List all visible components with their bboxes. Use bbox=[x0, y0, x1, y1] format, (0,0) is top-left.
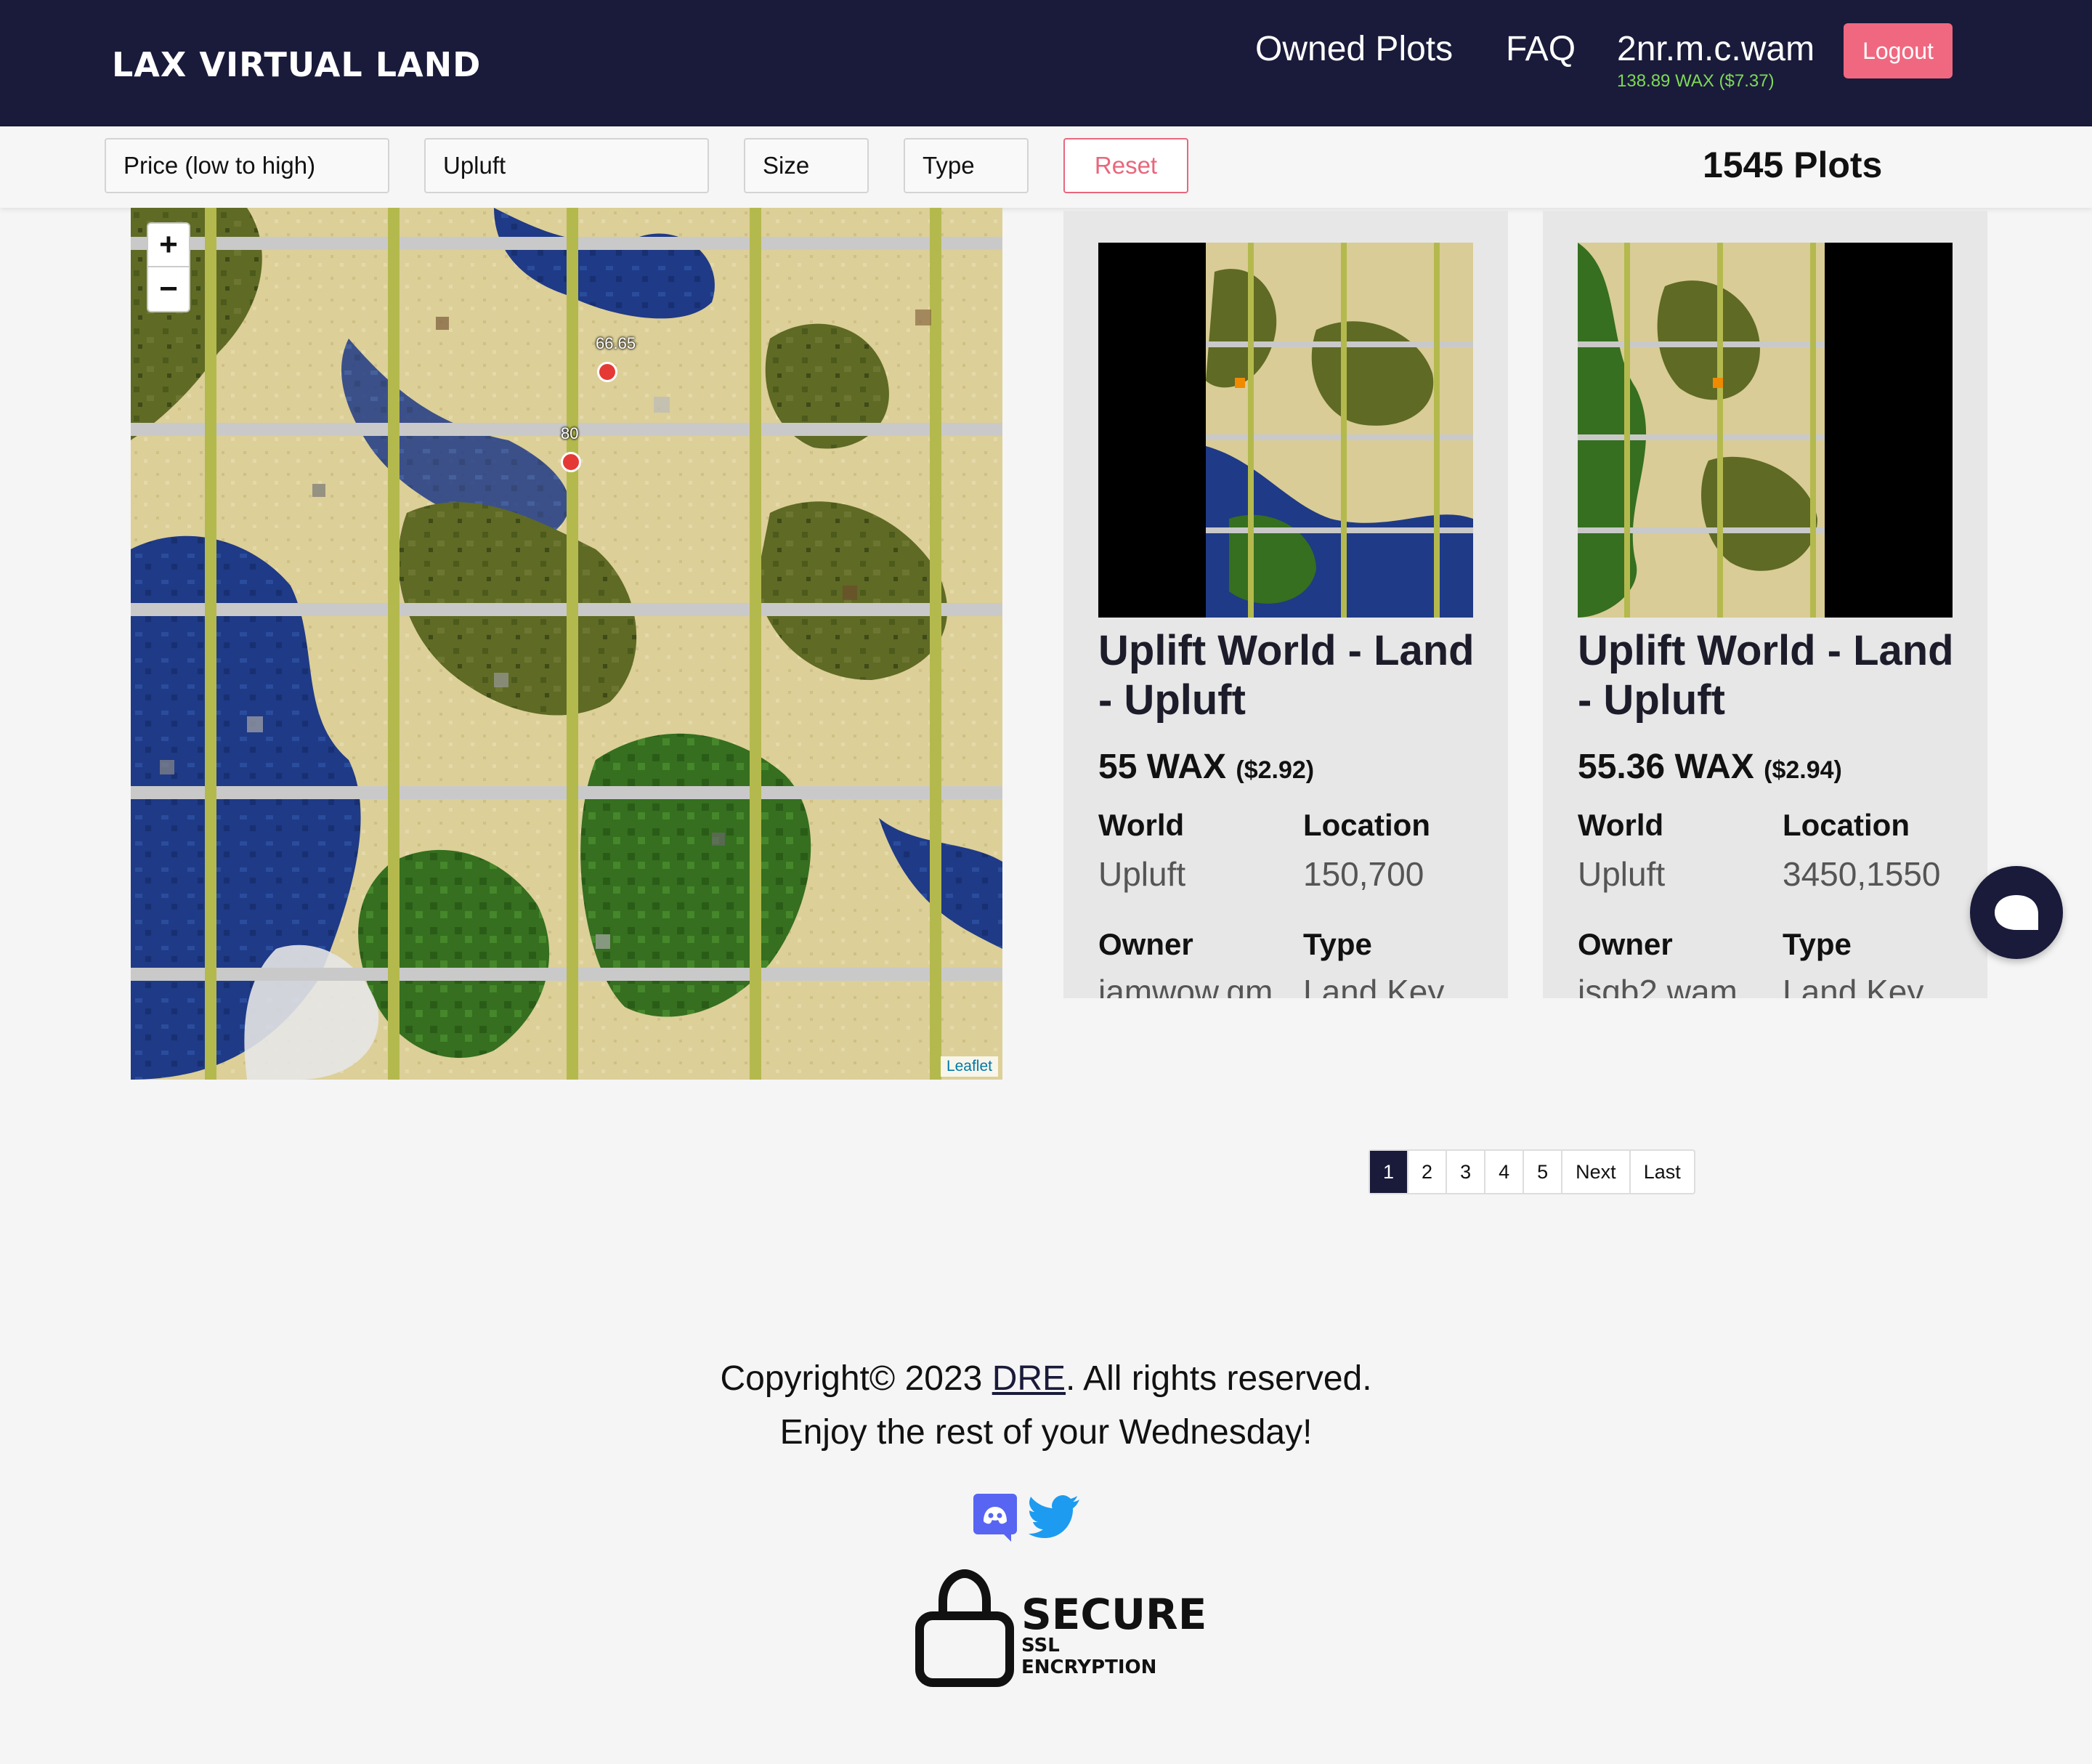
sort-select[interactable]: Price (low to high) bbox=[105, 138, 389, 193]
world-value: Upluft bbox=[1098, 855, 1186, 893]
zoom-out-button[interactable]: − bbox=[148, 267, 189, 311]
chat-icon bbox=[1995, 895, 2038, 930]
chat-widget-button[interactable] bbox=[1970, 866, 2063, 959]
footer-copyright: Copyright© 2023 DRE. All rights reserved… bbox=[0, 1359, 2092, 1399]
site-logo[interactable]: LAX VIRTUAL LAND bbox=[112, 45, 481, 84]
footer-greeting: Enjoy the rest of your Wednesday! bbox=[779, 1413, 1313, 1452]
plot-title: Uplift World - Land - Upluft bbox=[1098, 627, 1475, 724]
secure-subtitle: SSL ENCRYPTION bbox=[1021, 1635, 1157, 1678]
dre-link[interactable]: DRE bbox=[992, 1359, 1066, 1398]
world-value: Upluft bbox=[1578, 855, 1666, 893]
plot-card[interactable]: Uplift World - Land - Upluft 55 WAX ($2.… bbox=[1063, 211, 1508, 998]
location-value: 3450,1550 bbox=[1783, 855, 1941, 893]
pagination: 1 2 3 4 5 Next Last bbox=[1369, 1149, 1695, 1194]
page-4-button[interactable]: 4 bbox=[1485, 1151, 1525, 1193]
twitter-link[interactable] bbox=[1029, 1492, 1081, 1544]
map-tiles bbox=[131, 208, 1002, 1080]
secure-title: SECURE bbox=[1021, 1590, 1207, 1639]
page-3-button[interactable]: 3 bbox=[1447, 1151, 1486, 1193]
discord-icon bbox=[973, 1494, 1017, 1542]
type-label: Type bbox=[1303, 927, 1372, 961]
owner-value: iamwow.gm bbox=[1098, 973, 1273, 998]
world-label: World bbox=[1098, 808, 1185, 842]
account-info[interactable]: 2nr.m.c.wam 138.89 WAX ($7.37) bbox=[1617, 29, 1815, 92]
map-marker[interactable] bbox=[597, 362, 617, 382]
plot-card[interactable]: Uplift World - Land - Upluft 55.36 WAX (… bbox=[1543, 211, 1987, 998]
leaflet-attribution-link[interactable]: Leaflet bbox=[940, 1056, 998, 1077]
zoom-in-button[interactable]: + bbox=[148, 224, 189, 267]
type-label: Type bbox=[1783, 927, 1852, 961]
type-value: Land Key bbox=[1303, 973, 1445, 998]
plot-price-wax: 55.36 WAX bbox=[1578, 748, 1754, 786]
plot-price-wax: 55 WAX bbox=[1098, 748, 1227, 786]
world-select[interactable]: Upluft bbox=[424, 138, 709, 193]
plot-price-usd: ($2.94) bbox=[1764, 756, 1842, 784]
owner-value: isqb2.wam bbox=[1578, 973, 1738, 998]
reset-button[interactable]: Reset bbox=[1063, 138, 1188, 193]
location-value: 150,700 bbox=[1303, 855, 1424, 893]
account-balance: 138.89 WAX ($7.37) bbox=[1617, 71, 1775, 91]
plot-count: 1545 Plots bbox=[1703, 145, 1883, 185]
owner-label: Owner bbox=[1578, 927, 1673, 961]
plot-price-usd: ($2.92) bbox=[1236, 756, 1315, 784]
zoom-control: + − bbox=[147, 222, 190, 312]
nav-owned-plots[interactable]: Owned Plots bbox=[1255, 29, 1453, 69]
type-value: Land Key bbox=[1783, 973, 1924, 998]
logout-button[interactable]: Logout bbox=[1844, 23, 1953, 78]
ssl-badge: SECURE SSL ENCRYPTION bbox=[914, 1565, 1207, 1688]
copyright-suffix: . All rights reserved. bbox=[1066, 1359, 1372, 1398]
world-label: World bbox=[1578, 808, 1664, 842]
lock-icon bbox=[915, 1569, 1014, 1687]
page-5-button[interactable]: 5 bbox=[1524, 1151, 1563, 1193]
top-navbar: LAX VIRTUAL LAND Owned Plots FAQ 2nr.m.c… bbox=[0, 0, 2092, 126]
map-marker-label: 80 bbox=[561, 424, 579, 442]
plot-price: 55 WAX ($2.92) bbox=[1098, 747, 1314, 787]
plot-title: Uplift World - Land - Upluft bbox=[1578, 627, 1954, 724]
twitter-icon bbox=[1029, 1495, 1079, 1538]
account-name: 2nr.m.c.wam bbox=[1617, 30, 1815, 68]
filter-bar: Price (low to high) Upluft Size Type Res… bbox=[0, 126, 2092, 208]
nav-faq[interactable]: FAQ bbox=[1506, 29, 1576, 69]
location-label: Location bbox=[1303, 808, 1430, 842]
world-map[interactable]: + − 66.65 80 Leaflet bbox=[131, 208, 1002, 1080]
page-1-button[interactable]: 1 bbox=[1370, 1151, 1409, 1193]
map-marker-label: 66.65 bbox=[596, 334, 636, 352]
map-marker[interactable] bbox=[561, 452, 581, 472]
plot-thumbnail bbox=[1578, 243, 1953, 618]
discord-link[interactable] bbox=[972, 1492, 1018, 1547]
plot-price: 55.36 WAX ($2.94) bbox=[1578, 747, 1842, 787]
page-2-button[interactable]: 2 bbox=[1408, 1151, 1448, 1193]
next-page-button[interactable]: Next bbox=[1562, 1151, 1631, 1193]
type-select[interactable]: Type bbox=[904, 138, 1029, 193]
copyright-text: Copyright© 2023 bbox=[720, 1359, 992, 1398]
size-select[interactable]: Size bbox=[744, 138, 869, 193]
plot-thumbnail bbox=[1098, 243, 1473, 618]
location-label: Location bbox=[1783, 808, 1910, 842]
last-page-button[interactable]: Last bbox=[1631, 1151, 1694, 1193]
owner-label: Owner bbox=[1098, 927, 1193, 961]
